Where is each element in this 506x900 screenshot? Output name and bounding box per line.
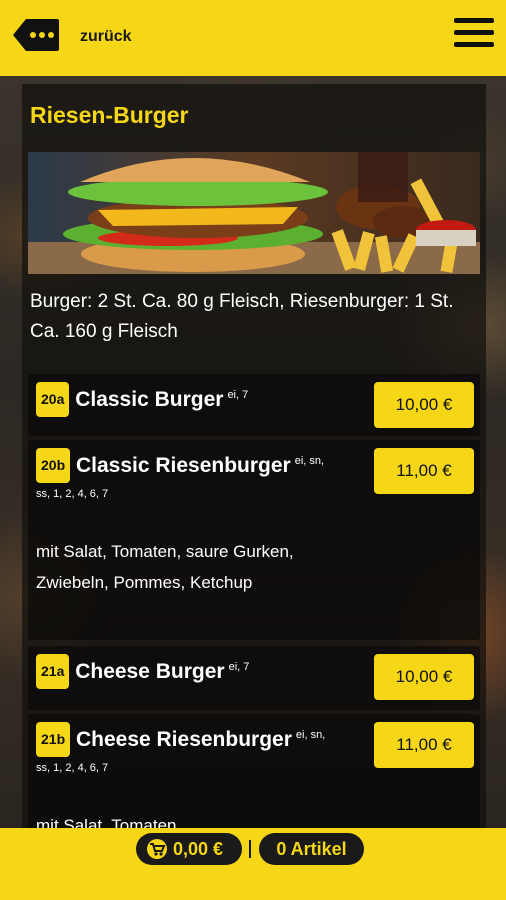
item-description: mit Salat, Tomaten (36, 816, 177, 828)
item-name: Cheese Burger (75, 660, 225, 683)
cart-icon (146, 837, 168, 869)
cart-total: 0,00 € (173, 839, 224, 859)
item-number: 21b (36, 722, 71, 757)
add-to-cart-button[interactable]: 11,00 € (374, 448, 474, 494)
item-number: 21a (36, 654, 70, 689)
footer-bar: 0,00 € 0 Artikel (0, 828, 506, 900)
menu-panel: Riesen-Burger Burger: 2 St. Ca. 80 g Fle… (22, 84, 486, 828)
item-title: 20a Classic Burger ei, 7 (36, 382, 356, 417)
add-to-cart-button[interactable]: 10,00 € (374, 382, 474, 428)
item-title: 21b Cheese Riesenburger ei, sn, ss, 1, 2,… (36, 722, 326, 788)
hamburger-menu-icon (454, 18, 494, 47)
header-bar: zurück (0, 0, 506, 76)
item-title: 20b Classic Riesenburger ei, sn, ss, 1, 2… (36, 448, 326, 514)
item-allergens: ei, 7 (228, 661, 250, 673)
item-name: Classic Burger (75, 388, 224, 411)
menu-item: 21b Cheese Riesenburger ei, sn, ss, 1, 2,… (28, 714, 480, 828)
menu-item: 21a Cheese Burger ei, 7 10,00 € (28, 646, 480, 710)
footer-divider (249, 840, 251, 858)
item-title: 21a Cheese Burger ei, 7 (36, 654, 356, 689)
back-button[interactable] (12, 18, 60, 52)
item-name: Classic Riesenburger (75, 454, 291, 477)
menu-button[interactable] (454, 18, 494, 54)
burger-image (28, 152, 480, 274)
category-title: Riesen-Burger (30, 102, 189, 128)
item-description: mit Salat, Tomaten, saure Gurken, Zwiebe… (36, 542, 294, 592)
item-name: Cheese Riesenburger (75, 728, 292, 751)
item-number: 20b (36, 448, 71, 483)
add-to-cart-button[interactable]: 10,00 € (374, 654, 474, 700)
menu-item: 20b Classic Riesenburger ei, sn, ss, 1, 2… (28, 440, 480, 640)
category-image (28, 152, 480, 274)
add-to-cart-button[interactable]: 11,00 € (374, 722, 474, 768)
item-count-button[interactable]: 0 Artikel (259, 833, 364, 865)
dots-back-icon (13, 19, 59, 51)
back-label[interactable]: zurück (80, 28, 132, 46)
menu-item: 20a Classic Burger ei, 7 10,00 € (28, 374, 480, 436)
item-number: 20a (36, 382, 70, 417)
cart-total-button[interactable]: 0,00 € (136, 833, 242, 865)
item-allergens: ei, 7 (227, 389, 249, 401)
category-description: Burger: 2 St. Ca. 80 g Fleisch, Riesenbu… (30, 291, 454, 342)
